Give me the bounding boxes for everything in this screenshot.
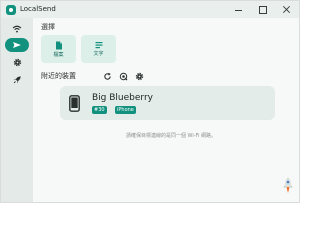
title-bar: LocalSend [1, 1, 299, 18]
main-content: 選擇 檔案 文字 附近的裝置 Big Blueberry #30 iPhone … [33, 18, 299, 202]
select-file-label: 檔案 [53, 51, 64, 58]
close-button[interactable] [275, 1, 299, 18]
maximize-button[interactable] [251, 1, 275, 18]
select-file-button[interactable]: 檔案 [41, 35, 76, 63]
nearby-settings-button[interactable] [134, 71, 144, 81]
sidebar [1, 18, 33, 202]
app-window: LocalSend 選擇 檔案 文字 附近的裝置 Big Blueberry #… [0, 0, 300, 203]
gear-icon [13, 58, 21, 66]
nav-receive[interactable] [5, 22, 29, 36]
nearby-devices-heading: 附近的裝置 [41, 72, 76, 80]
send-icon [13, 42, 21, 48]
localsend-logo-icon [6, 5, 16, 15]
scan-target-button[interactable] [118, 71, 128, 81]
select-text-button[interactable]: 文字 [81, 35, 116, 63]
device-id-badge: #30 [92, 106, 107, 114]
device-type-badge: iPhone [115, 106, 136, 114]
device-card[interactable]: Big Blueberry #30 iPhone [60, 86, 275, 120]
wifi-icon [12, 25, 22, 33]
rocket-icon [13, 75, 21, 83]
window-title: LocalSend [20, 5, 56, 13]
refresh-button[interactable] [102, 71, 112, 81]
rocket-icon[interactable] [283, 176, 293, 194]
text-icon [95, 42, 102, 49]
selection-heading: 選擇 [41, 23, 55, 31]
nav-send[interactable] [5, 38, 29, 52]
file-icon [55, 41, 62, 49]
gear-icon [135, 72, 143, 80]
nav-settings[interactable] [5, 55, 29, 69]
target-icon [119, 72, 127, 80]
device-name: Big Blueberry [92, 93, 153, 103]
nav-troubleshoot[interactable] [5, 72, 29, 86]
minimize-button[interactable] [227, 1, 251, 18]
select-text-label: 文字 [93, 51, 104, 57]
network-hint-text: 請確保目標連線的是同一個 Wi-Fi 網路。 [125, 133, 217, 139]
smartphone-icon [69, 95, 80, 112]
refresh-icon [103, 72, 111, 80]
